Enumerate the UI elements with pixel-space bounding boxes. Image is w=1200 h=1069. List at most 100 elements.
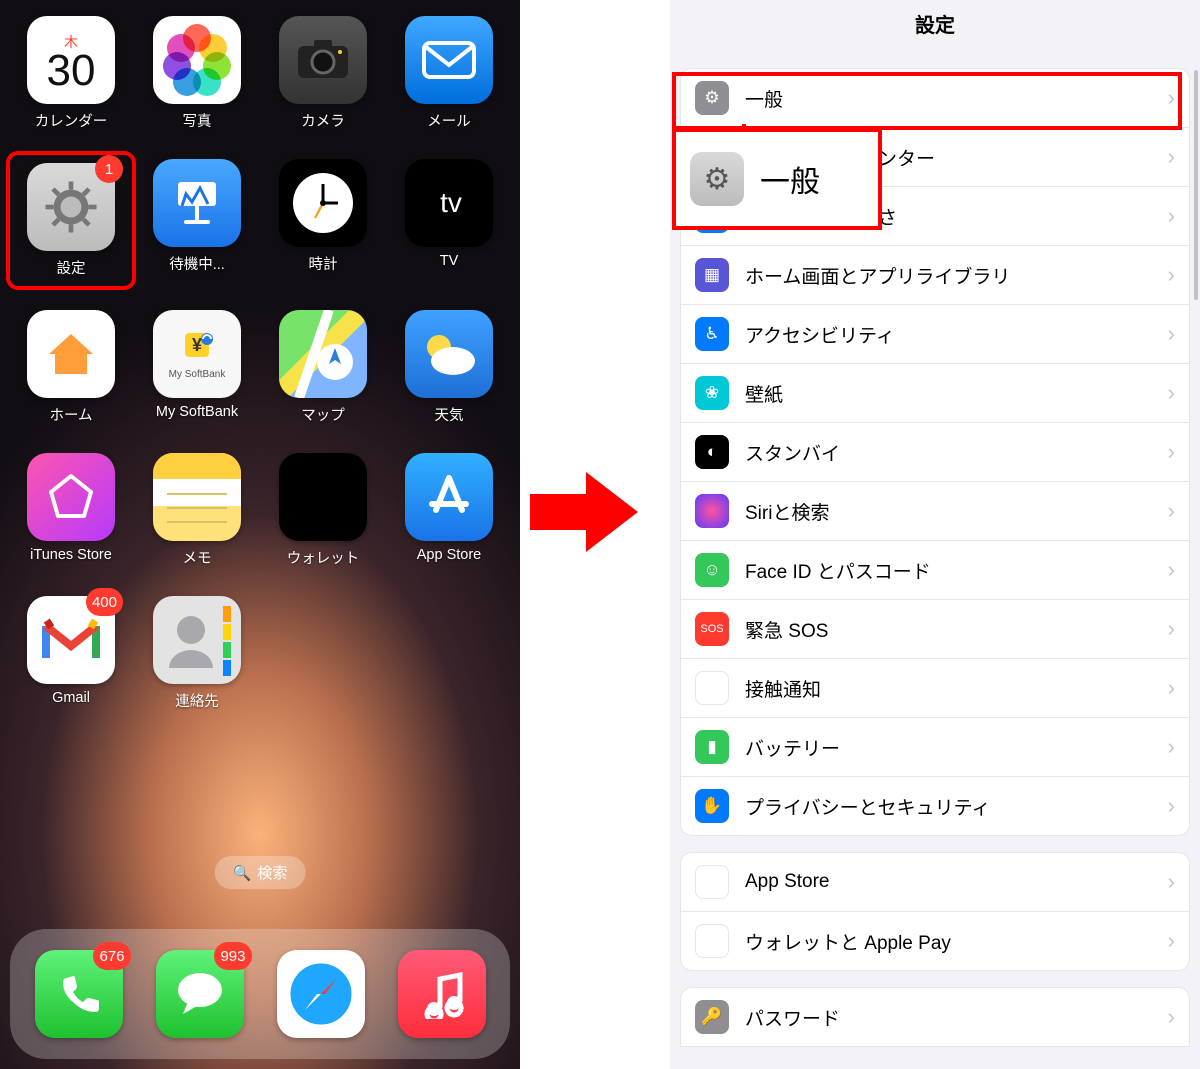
- badge: 676: [93, 942, 130, 970]
- home-icon: [27, 310, 115, 398]
- app-keynote[interactable]: 待機中...: [140, 159, 254, 282]
- dock-messages[interactable]: 993: [156, 950, 244, 1038]
- app-photos[interactable]: 写真: [140, 16, 254, 131]
- calendar-icon: 木 30: [27, 16, 115, 104]
- accessibility-icon: ♿︎: [695, 317, 729, 351]
- settings-row-general[interactable]: ⚙ 一般 ›: [681, 69, 1189, 127]
- arrow-icon: [530, 472, 650, 552]
- app-label: Gmail: [52, 690, 90, 706]
- dock-phone[interactable]: 676: [35, 950, 123, 1038]
- settings-row-label: 一般: [745, 85, 783, 112]
- spotlight-search[interactable]: 🔍 検索: [215, 856, 306, 889]
- settings-row-label: Face ID とパスコード: [745, 557, 931, 584]
- wallpaper-icon: ❀: [695, 376, 729, 410]
- home-apps-grid: 木 30 カレンダー 写真 カメラ: [14, 16, 506, 711]
- settings-row-label: ホーム画面とアプリライブラリ: [745, 262, 1010, 289]
- app-settings[interactable]: 1 設定: [14, 159, 128, 282]
- scrollbar[interactable]: [1194, 70, 1198, 300]
- chevron-right-icon: ›: [1168, 380, 1175, 406]
- chevron-right-icon: ›: [1168, 734, 1175, 760]
- app-mail[interactable]: メール: [392, 16, 506, 131]
- chevron-right-icon: ›: [1168, 928, 1175, 954]
- badge: 993: [214, 942, 251, 970]
- app-label: カレンダー: [35, 110, 108, 131]
- settings-row-label: ウォレットと Apple Pay: [745, 928, 951, 955]
- settings-row-label: 壁紙: [745, 380, 783, 407]
- app-label: ウォレット: [287, 547, 360, 568]
- settings-row-homescreen[interactable]: ▦ホーム画面とアプリライブラリ›: [681, 245, 1189, 304]
- chevron-right-icon: ›: [1168, 85, 1175, 111]
- softbank-icon: ¥ My SoftBank: [153, 310, 241, 398]
- app-gmail[interactable]: 400 Gmail: [14, 596, 128, 711]
- battery-icon: ▮: [695, 730, 729, 764]
- chevron-right-icon: ›: [1168, 144, 1175, 170]
- walletpay-icon: ▭: [695, 924, 729, 958]
- settings-row-standby[interactable]: ◐スタンバイ›: [681, 422, 1189, 481]
- settings-row-walletpay[interactable]: ▭ ウォレットと Apple Pay ›: [681, 911, 1189, 970]
- settings-group-2: AApp Store› ▭ ウォレットと Apple Pay ›: [680, 852, 1190, 971]
- app-label: 連絡先: [175, 690, 219, 711]
- safari-icon: [277, 950, 365, 1038]
- tv-icon: tv: [405, 159, 493, 247]
- settings-row-accessibility[interactable]: ♿︎アクセシビリティ›: [681, 304, 1189, 363]
- clock-icon: [279, 159, 367, 247]
- settings-row-label: プライバシーとセキュリティ: [745, 793, 990, 820]
- svg-text:¥: ¥: [192, 335, 202, 355]
- app-label: 天気: [435, 404, 464, 425]
- app-weather[interactable]: 天気: [392, 310, 506, 425]
- app-softbank[interactable]: ¥ My SoftBank My SoftBank: [140, 310, 254, 425]
- settings-row-battery[interactable]: ▮ バッテリー ›: [681, 717, 1189, 776]
- calendar-day: 30: [47, 49, 96, 93]
- passwords-icon: 🔑: [695, 1000, 729, 1034]
- settings-row-label: パスワード: [745, 1004, 840, 1031]
- keynote-icon: [153, 159, 241, 247]
- iphone-home-screen: 木 30 カレンダー 写真 カメラ: [0, 0, 520, 1069]
- settings-row-exposure[interactable]: ⦿接触通知›: [681, 658, 1189, 717]
- phone-icon: 676: [35, 950, 123, 1038]
- settings-row-passwords[interactable]: 🔑 パスワード ›: [681, 988, 1189, 1046]
- app-notes[interactable]: メモ: [140, 453, 254, 568]
- app-clock[interactable]: 時計: [266, 159, 380, 282]
- settings-row-label: Siriと検索: [745, 498, 829, 525]
- standby-icon: ◐: [695, 435, 729, 469]
- app-label: ホーム: [49, 404, 92, 425]
- gear-icon: ⚙: [690, 152, 744, 206]
- dock-music[interactable]: [398, 950, 486, 1038]
- app-calendar[interactable]: 木 30 カレンダー: [14, 16, 128, 131]
- app-tv[interactable]: tv TV: [392, 159, 506, 282]
- settings-row-faceid[interactable]: ☺︎Face ID とパスコード›: [681, 540, 1189, 599]
- softbank-caption: My SoftBank: [169, 369, 226, 380]
- settings-row-siri[interactable]: Siriと検索›: [681, 481, 1189, 540]
- app-label: マップ: [301, 404, 345, 425]
- dock-safari[interactable]: [277, 950, 365, 1038]
- exposure-icon: ⦿: [695, 671, 729, 705]
- app-maps[interactable]: マップ: [266, 310, 380, 425]
- app-label: メール: [427, 110, 471, 131]
- gmail-icon: 400: [27, 596, 115, 684]
- music-icon: [398, 950, 486, 1038]
- settings-row-label: バッテリー: [745, 734, 840, 761]
- general-icon: ⚙: [695, 81, 729, 115]
- app-contacts[interactable]: 連絡先: [140, 596, 254, 711]
- chevron-right-icon: ›: [1168, 321, 1175, 347]
- app-label: iTunes Store: [30, 547, 112, 563]
- settings-row-privacy[interactable]: ✋プライバシーとセキュリティ›: [681, 776, 1189, 835]
- settings-row-sos[interactable]: SOS緊急 SOS›: [681, 599, 1189, 658]
- settings-row-wallpaper[interactable]: ❀ 壁紙 ›: [681, 363, 1189, 422]
- app-home[interactable]: ホーム: [14, 310, 128, 425]
- search-label: 検索: [257, 862, 287, 883]
- settings-row-label: 接触通知: [745, 675, 821, 702]
- badge: 1: [95, 155, 123, 183]
- app-camera[interactable]: カメラ: [266, 16, 380, 131]
- settings-icon: 1: [27, 163, 115, 251]
- contacts-icon: [153, 596, 241, 684]
- photos-icon: [153, 16, 241, 104]
- settings-row-appstore2[interactable]: AApp Store›: [681, 853, 1189, 911]
- app-itunes[interactable]: iTunes Store: [14, 453, 128, 568]
- chevron-right-icon: ›: [1168, 1004, 1175, 1030]
- settings-title: 設定: [670, 0, 1200, 52]
- app-appstore[interactable]: App Store: [392, 453, 506, 568]
- app-wallet[interactable]: ウォレット: [266, 453, 380, 568]
- chevron-right-icon: ›: [1168, 616, 1175, 642]
- appstore2-icon: A: [695, 865, 729, 899]
